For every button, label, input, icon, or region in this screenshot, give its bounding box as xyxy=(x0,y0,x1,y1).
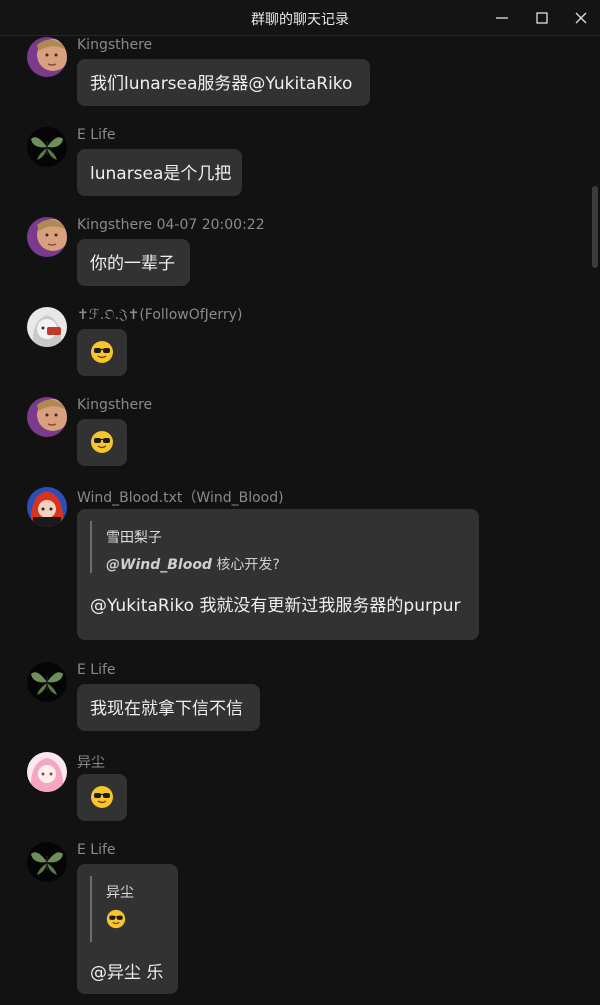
quoted-text: @Wind_Blood 核心开发? xyxy=(106,554,280,574)
minimize-button[interactable] xyxy=(482,0,522,36)
sender-name: 异尘 xyxy=(77,755,105,771)
avatar[interactable] xyxy=(27,842,67,882)
title-bar: 群聊的聊天记录 xyxy=(0,0,600,36)
quoted-sender: 异尘 xyxy=(106,885,134,901)
message-bubble[interactable]: 你的一辈子 xyxy=(77,239,190,286)
message-item: Kingsthere xyxy=(0,397,590,477)
quoted-message[interactable]: 雪田梨子 @Wind_Blood 核心开发? xyxy=(90,521,280,573)
sender-name: Wind_Blood.txt（Wind_Blood) xyxy=(77,490,284,506)
avatar[interactable] xyxy=(27,127,67,167)
message-item: 异尘 xyxy=(0,752,590,832)
message-bubble[interactable] xyxy=(77,419,127,466)
sender-name: E Life xyxy=(77,662,116,678)
message-text: 我们lunarsea服务器@YukitaRiko xyxy=(90,74,353,94)
sunglasses-emoji-icon xyxy=(90,785,114,809)
chat-history[interactable]: Kingsthere 我们lunarsea服务器@YukitaRiko E Li… xyxy=(0,37,600,1005)
avatar[interactable] xyxy=(27,217,67,257)
message-bubble[interactable] xyxy=(77,329,127,376)
close-button[interactable] xyxy=(561,0,600,36)
message-item: Wind_Blood.txt（Wind_Blood) 雪田梨子 @Wind_Bl… xyxy=(0,487,590,647)
sunglasses-emoji-icon xyxy=(106,909,126,929)
quoted-sender: 雪田梨子 xyxy=(106,530,162,546)
avatar[interactable] xyxy=(27,37,67,77)
sender-name: Kingsthere 04-07 20:00:22 xyxy=(77,217,265,233)
message-item: Kingsthere 04-07 20:00:22 你的一辈子 xyxy=(0,217,590,297)
avatar[interactable] xyxy=(27,487,67,527)
scrollbar[interactable] xyxy=(592,186,598,268)
message-text: 你的一辈子 xyxy=(90,254,175,274)
message-bubble[interactable]: lunarsea是个几把 xyxy=(77,149,242,196)
message-bubble[interactable]: 异尘 @异尘 乐 xyxy=(77,864,178,994)
message-text: @YukitaRiko 我就没有更新过我服务器的purpur xyxy=(90,596,461,616)
sender-name: ✝ℱ.𝔒.𝔍✝(FollowOfJerry) xyxy=(77,307,243,323)
maximize-icon xyxy=(536,12,548,24)
sender-name: Kingsthere xyxy=(77,37,153,53)
message-bubble[interactable]: 我们lunarsea服务器@YukitaRiko xyxy=(77,59,370,106)
maximize-button[interactable] xyxy=(522,0,562,36)
avatar[interactable] xyxy=(27,662,67,702)
close-icon xyxy=(575,12,587,24)
message-item: ✝ℱ.𝔒.𝔍✝(FollowOfJerry) xyxy=(0,307,590,387)
message-text: @异尘 乐 xyxy=(90,963,164,983)
sunglasses-emoji-icon xyxy=(90,340,114,364)
sunglasses-emoji-icon xyxy=(90,430,114,454)
message-bubble[interactable]: 我现在就拿下信不信 xyxy=(77,684,260,731)
quoted-message[interactable]: 异尘 xyxy=(90,876,134,942)
message-bubble[interactable]: 雪田梨子 @Wind_Blood 核心开发? @YukitaRiko 我就没有更… xyxy=(77,509,479,640)
sender-name: E Life xyxy=(77,842,116,858)
sender-name: E Life xyxy=(77,127,116,143)
message-item: Kingsthere 我们lunarsea服务器@YukitaRiko xyxy=(0,37,590,117)
message-text: lunarsea是个几把 xyxy=(90,164,232,184)
message-text: 我现在就拿下信不信 xyxy=(90,699,243,719)
message-item: E Life 我现在就拿下信不信 xyxy=(0,662,590,742)
avatar[interactable] xyxy=(27,307,67,347)
sender-name: Kingsthere xyxy=(77,397,153,413)
message-bubble[interactable] xyxy=(77,774,127,821)
message-item: E Life lunarsea是个几把 xyxy=(0,127,590,207)
message-item: E Life 异尘 @异尘 乐 xyxy=(0,842,590,1005)
quoted-body: 核心开发? xyxy=(211,557,280,573)
quoted-mention: @Wind_Blood xyxy=(106,557,212,573)
minimize-icon xyxy=(496,17,508,19)
avatar[interactable] xyxy=(27,397,67,437)
avatar[interactable] xyxy=(27,752,67,792)
